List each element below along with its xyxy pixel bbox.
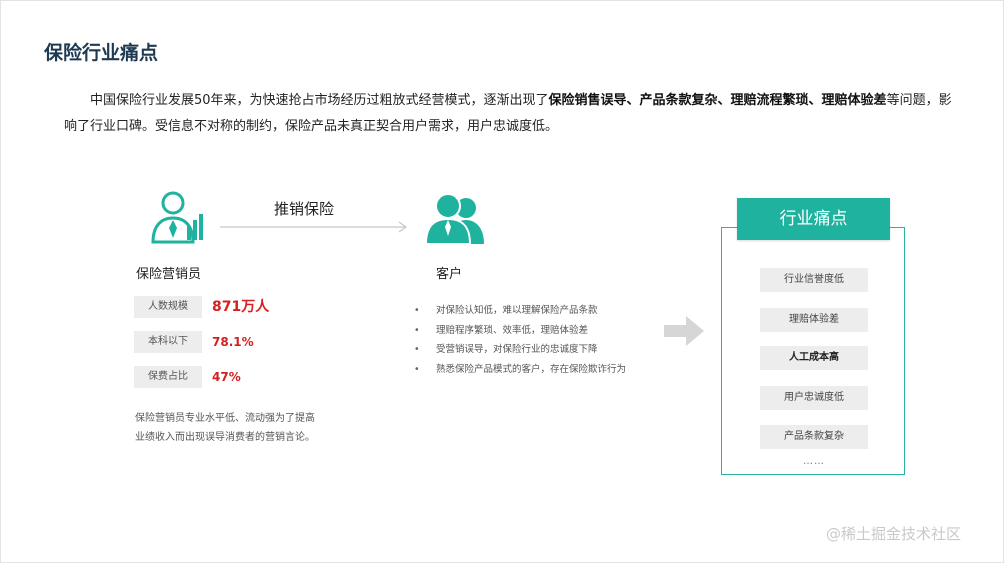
- intro-text-bold: 保险销售误导、产品条款复杂、理赔流程繁琐、理赔体验差: [548, 93, 887, 108]
- salesperson-icon: [151, 191, 203, 244]
- agent-label: 保险营销员: [136, 267, 202, 282]
- customers-icon: [424, 193, 484, 244]
- push-label: 推销保险: [274, 200, 335, 218]
- pain-item: 行业信誉度低: [760, 268, 868, 292]
- list-item: • 熟悉保险产品模式的客户，存在保险欺诈行为: [414, 363, 627, 375]
- pain-more-ellipsis: ……: [803, 456, 825, 467]
- stat-key: 人数规模: [134, 296, 202, 318]
- pain-item: 产品条款复杂: [760, 425, 868, 449]
- list-item: • 对保险认知低，难以理解保险产品条款: [414, 305, 598, 316]
- intro-text-start: 中国保险行业发展50年来，为快速抢占市场经历过粗放式经营模式，逐渐出现了: [90, 93, 549, 108]
- customer-bullets: • 对保险认知低，难以理解保险产品条款 • 理赔程序繁琐、效率低，理赔体验差 • 受营…: [414, 301, 626, 379]
- pain-item: 理赔体验差: [760, 308, 868, 332]
- agent-description: 保险营销员专业水平低、流动强为了提高业绩收入而出现误导消费者的营销言论。: [135, 413, 315, 443]
- pain-item: 人工成本高: [760, 346, 868, 370]
- stat-value: 47%: [212, 370, 241, 384]
- arrow-right-icon: [220, 221, 408, 233]
- stat-value: 78.1%: [212, 335, 254, 349]
- list-item: • 理赔程序繁琐、效率低，理赔体验差: [414, 324, 589, 336]
- big-arrow-right-icon: [664, 316, 704, 346]
- watermark: @稀土掘金技术社区: [826, 525, 962, 543]
- page-title: 保险行业痛点: [44, 42, 159, 64]
- list-item: • 受营销误导，对保险行业的忠诚度下降: [414, 344, 598, 355]
- intro-paragraph: 中国保险行业发展50年来，为快速抢占市场经历过粗放式经营模式，逐渐出现了保险销售…: [64, 88, 964, 140]
- stat-key: 本科以下: [134, 331, 202, 353]
- pain-item: 用户忠诚度低: [760, 386, 868, 410]
- stat-key: 保费占比: [134, 366, 202, 388]
- pain-points-header: 行业痛点: [737, 198, 890, 240]
- stat-value: 871万人: [212, 299, 270, 315]
- customer-label: 客户: [436, 267, 463, 282]
